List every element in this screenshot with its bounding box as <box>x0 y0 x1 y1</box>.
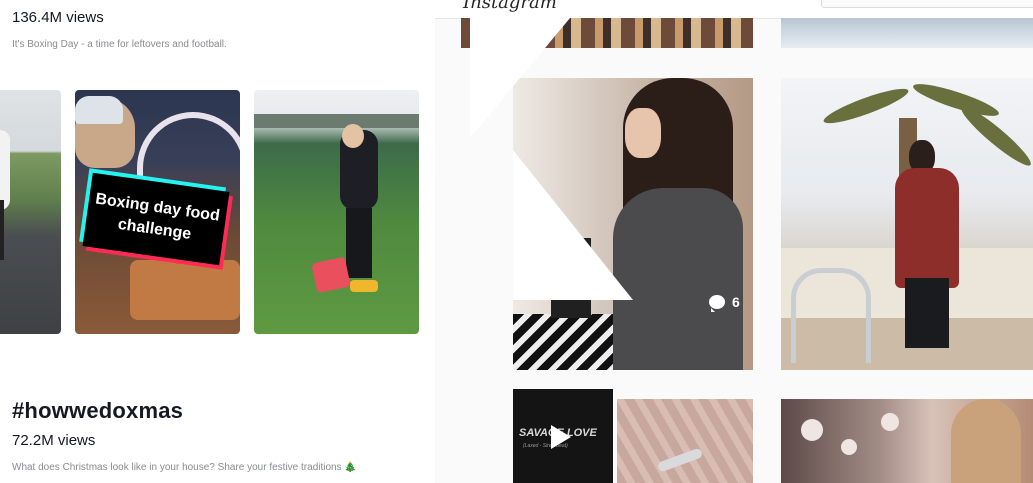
search-input[interactable] <box>821 0 1033 8</box>
palm-frond <box>820 83 912 129</box>
post-tile-snow[interactable] <box>781 18 1033 48</box>
hair <box>951 399 1021 483</box>
video-thumbnail-football[interactable] <box>0 90 61 334</box>
tiktok-discover-panel: 136.4M views It's Boxing Day - a time fo… <box>0 0 470 483</box>
play-icon[interactable] <box>551 425 571 449</box>
trend-description: It's Boxing Day - a time for leftovers a… <box>12 39 227 50</box>
boy-head <box>342 124 364 148</box>
post-tile-video[interactable]: SAVAGE LOVE (Laxed - Siren Beat) <box>513 389 613 483</box>
instagram-header: Instagram <box>435 0 1033 19</box>
post-tile-palm[interactable] <box>781 78 1033 370</box>
pool-rail <box>791 268 871 363</box>
post-tile-knit[interactable] <box>617 399 753 483</box>
boy-shoe <box>350 280 378 292</box>
player-figure <box>0 130 10 210</box>
video-caption: Boxing day food challenge <box>94 190 221 243</box>
hashtag-description: What does Christmas look like in your ho… <box>12 462 357 473</box>
comment-count-overlay: 6 <box>709 294 740 312</box>
black-pants <box>905 278 949 348</box>
video-thumbnail-kickabout[interactable] <box>254 90 419 334</box>
boy-legs <box>346 208 372 278</box>
hashtag-views: 72.2M views <box>12 432 96 449</box>
trend-views: 136.4M views <box>12 9 104 26</box>
comment-count: 6 <box>732 294 740 310</box>
video-thumbnail-food-challenge[interactable]: Boxing day food challenge <box>75 90 240 334</box>
comment-bubble-icon <box>709 295 725 312</box>
ornament <box>841 439 857 455</box>
plaid-coat <box>895 168 959 288</box>
ornament <box>881 413 899 431</box>
neon-arch <box>137 112 240 188</box>
food-plate <box>130 260 240 320</box>
palm-frond <box>910 78 1002 122</box>
gift-ball <box>311 256 351 294</box>
hashtag-title[interactable]: #howwedoxmas <box>12 398 183 424</box>
collage-cutout <box>470 18 570 138</box>
rug <box>513 314 623 370</box>
fence <box>254 114 419 128</box>
instagram-logo[interactable]: Instagram <box>463 0 557 13</box>
ornament <box>801 419 823 441</box>
man-cap <box>75 96 123 124</box>
player-leg <box>0 200 4 260</box>
post-tile-christmas[interactable] <box>781 399 1033 483</box>
key <box>656 447 704 473</box>
collage-cutout <box>513 150 633 300</box>
